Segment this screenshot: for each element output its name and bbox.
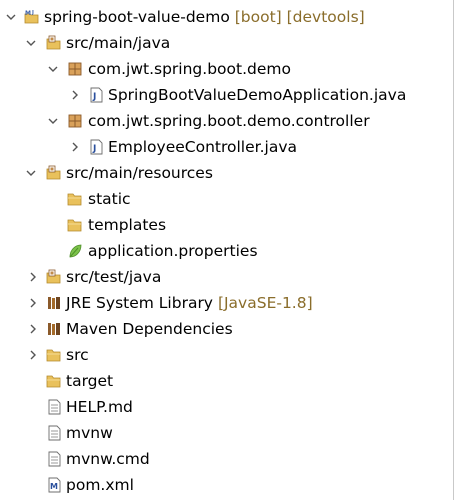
folder-icon (46, 373, 62, 389)
target-label: target (66, 372, 114, 390)
source-folder-icon (46, 269, 62, 285)
svg-text:J: J (92, 92, 96, 102)
tree-item-java-file[interactable]: J SpringBootValueDemoApplication.java (0, 82, 453, 108)
chevron-right-icon[interactable] (70, 82, 82, 108)
src-main-resources-label: src/main/resources (66, 164, 213, 182)
tree-item-maven-dependencies[interactable]: Maven Dependencies (0, 316, 453, 342)
java-file-icon: J (88, 139, 104, 155)
tree-item-package[interactable]: com.jwt.spring.boot.demo (0, 56, 453, 82)
java-file-icon: J (88, 87, 104, 103)
library-icon (46, 295, 62, 311)
folder-icon (67, 217, 83, 233)
tree-item-package[interactable]: com.jwt.spring.boot.demo.controller (0, 108, 453, 134)
application-properties-label: application.properties (88, 242, 258, 260)
text-file-icon (46, 399, 62, 415)
text-file-icon (46, 451, 62, 467)
svg-text:M: M (50, 482, 58, 491)
chevron-down-icon[interactable] (48, 108, 60, 134)
project-explorer-tree: M J spring-boot-value-demo [boot] [devto… (0, 4, 453, 498)
text-file-icon (46, 425, 62, 441)
src-main-java-label: src/main/java (66, 34, 171, 52)
tree-item-static[interactable]: static (0, 186, 453, 212)
chevron-right-icon[interactable] (28, 316, 40, 342)
package-icon (67, 113, 83, 129)
chevron-down-icon[interactable] (48, 56, 60, 82)
tree-item-src-main-resources[interactable]: src/main/resources (0, 160, 453, 186)
chevron-right-icon[interactable] (28, 342, 40, 368)
tree-item-file[interactable]: mvnw.cmd (0, 446, 453, 472)
tree-item-file[interactable]: mvnw (0, 420, 453, 446)
folder-icon (67, 191, 83, 207)
tree-item-templates[interactable]: templates (0, 212, 453, 238)
file-label: pom.xml (66, 476, 134, 494)
project-name: spring-boot-value-demo (44, 8, 230, 26)
chevron-right-icon[interactable] (28, 264, 40, 290)
tree-item-file[interactable]: M pom.xml (0, 472, 453, 498)
jre-decoration: [JavaSE-1.8] (217, 294, 313, 312)
chevron-right-icon[interactable] (70, 134, 82, 160)
jre-label: JRE System Library [JavaSE-1.8] (66, 290, 313, 316)
src-test-java-label: src/test/java (66, 268, 162, 286)
chevron-right-icon[interactable] (28, 290, 40, 316)
tree-item-src-test-java[interactable]: src/test/java (0, 264, 453, 290)
project-decoration: [boot] [devtools] (234, 8, 365, 26)
svg-text:J: J (31, 10, 34, 16)
tree-item-jre-system-library[interactable]: JRE System Library [JavaSE-1.8] (0, 290, 453, 316)
maven-pom-icon: M (46, 477, 62, 493)
maven-dependencies-label: Maven Dependencies (66, 320, 233, 338)
chevron-down-icon[interactable] (26, 30, 38, 56)
tree-item-target[interactable]: target (0, 368, 453, 394)
static-label: static (88, 190, 131, 208)
tree-item-project[interactable]: M J spring-boot-value-demo [boot] [devto… (0, 4, 453, 30)
tree-item-src-main-java[interactable]: src/main/java (0, 30, 453, 56)
chevron-down-icon[interactable] (26, 160, 38, 186)
tree-item-src[interactable]: src (0, 342, 453, 368)
jre-name: JRE System Library (66, 294, 213, 312)
source-folder-icon (46, 35, 62, 51)
source-folder-icon (46, 165, 62, 181)
tree-item-application-properties[interactable]: application.properties (0, 238, 453, 264)
java-file-label: SpringBootValueDemoApplication.java (108, 86, 407, 104)
library-icon (46, 321, 62, 337)
project-label: spring-boot-value-demo [boot] [devtools] (44, 4, 365, 30)
folder-icon (46, 347, 62, 363)
package-label: com.jwt.spring.boot.demo.controller (88, 112, 370, 130)
tree-item-file[interactable]: HELP.md (0, 394, 453, 420)
chevron-down-icon[interactable] (6, 4, 18, 30)
maven-project-icon: M J (24, 9, 40, 25)
package-label: com.jwt.spring.boot.demo (88, 60, 291, 78)
svg-text:J: J (92, 144, 96, 154)
java-file-label: EmployeeController.java (108, 138, 297, 156)
file-label: mvnw (66, 424, 113, 442)
spring-properties-icon (67, 243, 83, 259)
tree-item-java-file[interactable]: J EmployeeController.java (0, 134, 453, 160)
package-icon (67, 61, 83, 77)
src-label: src (66, 346, 89, 364)
templates-label: templates (88, 216, 167, 234)
file-label: mvnw.cmd (66, 450, 150, 468)
svg-text:M: M (25, 10, 31, 17)
file-label: HELP.md (66, 398, 133, 416)
